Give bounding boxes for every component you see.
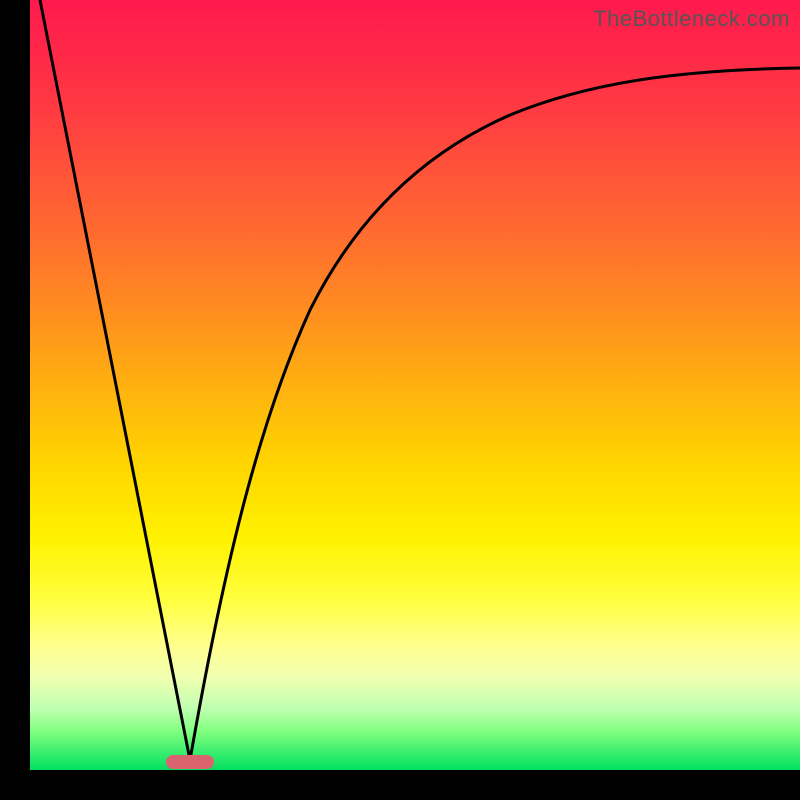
curve-left-branch [40, 0, 190, 760]
plot-area: TheBottleneck.com [30, 0, 800, 770]
bottleneck-curve [30, 0, 800, 770]
watermark-text: TheBottleneck.com [593, 6, 790, 32]
chart-frame: TheBottleneck.com [0, 0, 800, 800]
curve-right-branch [190, 68, 800, 760]
optimum-marker [166, 755, 214, 769]
